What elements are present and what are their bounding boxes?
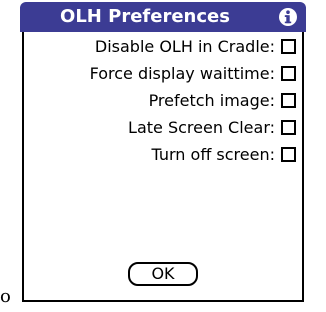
pref-label: Turn off screen: (151, 144, 275, 164)
pref-label: Force display waittime: (89, 63, 275, 83)
pref-row-force-display-waittime: Force display waittime: (90, 60, 296, 86)
dialog-title: OLH Preferences (60, 6, 230, 27)
pref-row-disable-olh-in-cradle: Disable OLH in Cradle: (95, 33, 296, 59)
late-screen-clear-checkbox[interactable] (281, 119, 296, 135)
pref-label: Prefetch image: (148, 90, 275, 110)
pref-row-late-screen-clear: Late Screen Clear: (128, 114, 296, 140)
turn-off-screen-checkbox[interactable] (281, 146, 296, 162)
pref-row-turn-off-screen: Turn off screen: (152, 141, 296, 167)
pref-label: Late Screen Clear: (128, 117, 275, 137)
disable-olh-in-cradle-checkbox[interactable] (281, 38, 296, 54)
info-icon[interactable] (278, 7, 298, 27)
prefetch-image-checkbox[interactable] (281, 92, 296, 108)
dialog-title-bar: OLH Preferences (20, 2, 306, 32)
force-display-waittime-checkbox[interactable] (281, 65, 296, 81)
pref-row-prefetch-image: Prefetch image: (149, 87, 296, 113)
pref-label: Disable OLH in Cradle: (94, 36, 275, 56)
stray-glyph: o (0, 286, 11, 307)
ok-button[interactable]: OK (128, 262, 198, 286)
